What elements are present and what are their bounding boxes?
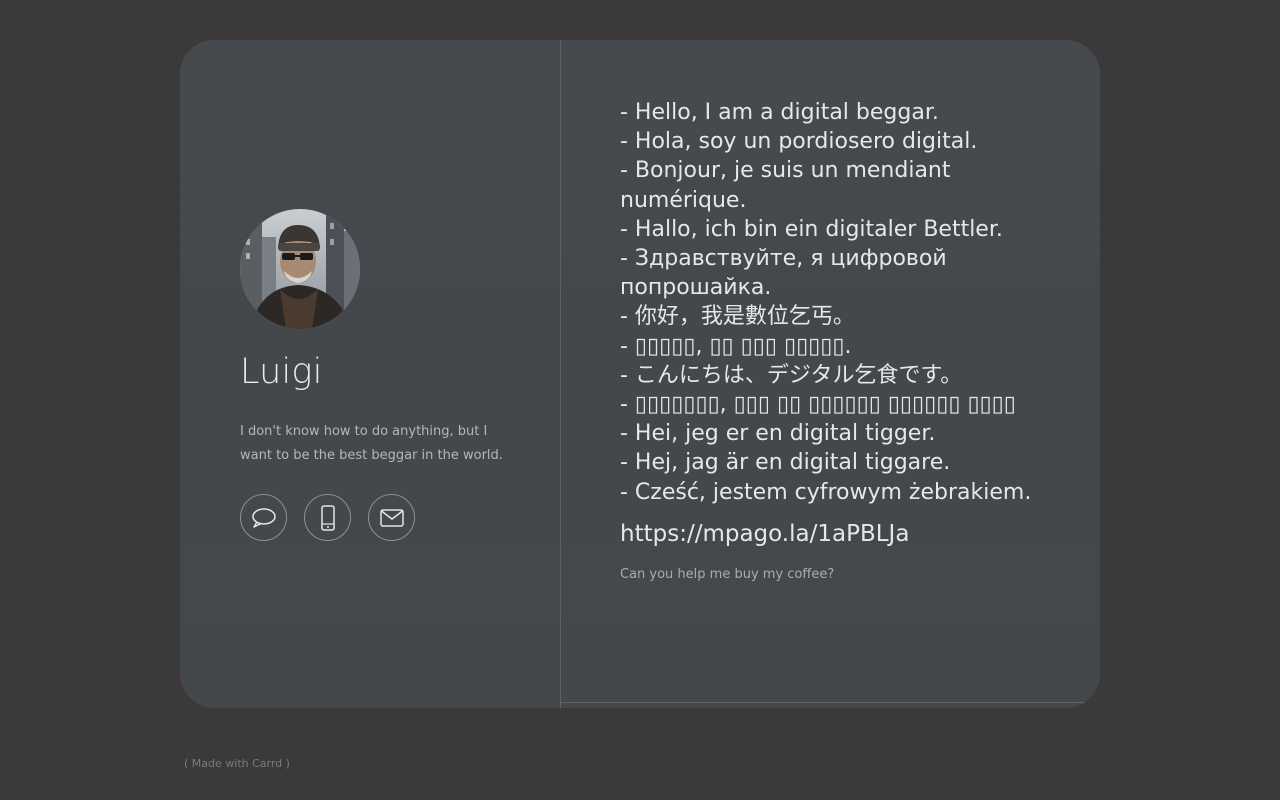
coffee-caption: Can you help me buy my coffee? [620,566,835,582]
greeting-line: - Hej, jag är en digital tiggare. [620,450,951,476]
made-with-carrd-link[interactable]: ( Made with Carrd ) [184,757,290,770]
greeting-line: - Bonjour, je suis un mendiant numérique… [620,158,951,213]
profile-name: Luigi [240,352,323,392]
greeting-line: - Hello, I am a digital beggar. [620,100,939,125]
mail-icon [379,508,404,527]
greeting-line: - 你好，我是數位乞丐。 [620,304,855,330]
mail-button[interactable] [368,494,415,541]
contact-icons [240,494,415,541]
horizontal-divider [560,702,1100,703]
phone-icon [320,504,335,531]
greeting-line: - ▯▯▯▯▯▯▯, ▯▯▯ ▯▯ ▯▯▯▯▯▯ ▯▯▯▯▯▯ ▯▯▯▯ [620,392,1016,418]
phone-button[interactable] [304,494,351,541]
vertical-divider [560,40,561,708]
greeting-line: - Cześć, jestem cyfrowym żebrakiem. [620,479,1032,505]
greeting-line: - こんにちは、デジタル乞食です。 [620,362,963,388]
page: Luigi I don't know how to do anything, b… [0,0,1280,800]
avatar [240,209,360,329]
greeting-line: - Hei, jeg er en digital tigger. [620,421,936,447]
greeting-line: - Здравствуйте, я цифровой попрошайка. [620,246,947,301]
avatar-image [240,209,360,329]
chat-button[interactable] [240,494,287,541]
profile-card: Luigi I don't know how to do anything, b… [180,40,1100,708]
greeting-line: - Hola, soy un pordiosero digital. [620,129,978,155]
payment-link[interactable]: https://mpago.la/1aPBLJa [620,521,1050,547]
greetings-list: - Hello, I am a digital beggar. - Hola, … [620,98,1050,507]
profile-bio: I don't know how to do anything, but I w… [240,424,503,463]
content-column: - Hello, I am a digital beggar. - Hola, … [620,98,1050,582]
greeting-line: - ▯▯▯▯▯, ▯▯ ▯▯▯ ▯▯▯▯▯. [620,333,852,359]
chat-icon [251,507,276,528]
greeting-line: - Hallo, ich bin ein digitaler Bettler. [620,216,1003,242]
